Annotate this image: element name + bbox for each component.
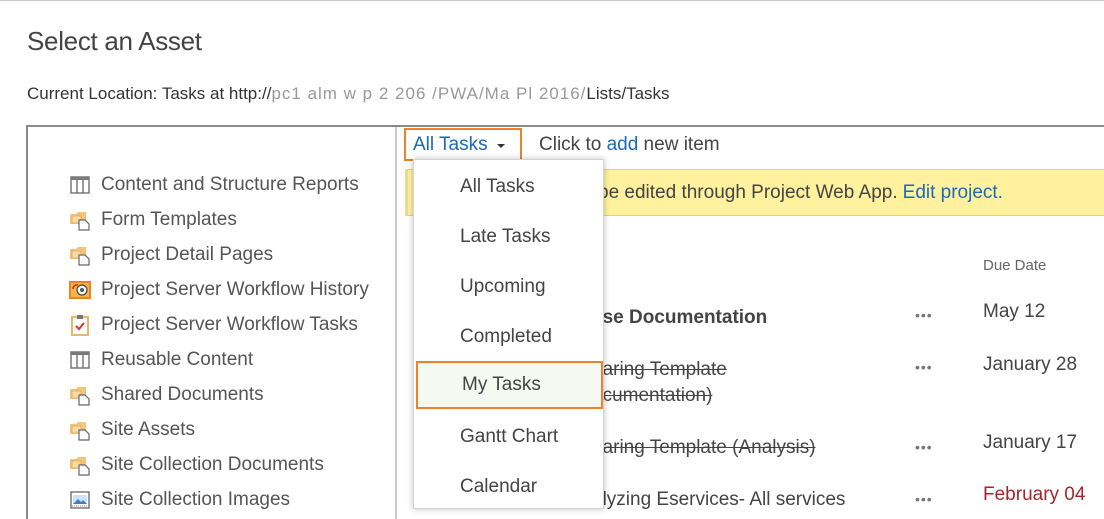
current-location: Current Location: Tasks at http://pc1 al… — [27, 84, 670, 104]
task-due-date: January 17 — [983, 432, 1078, 453]
view-menu-item-my-tasks[interactable]: My Tasks — [416, 361, 603, 409]
edit-project-link[interactable]: Edit project. — [903, 182, 1003, 204]
add-prefix: Click to — [539, 134, 607, 155]
asset-tree-pane: Content and Structure Reports Form Templ… — [28, 127, 396, 519]
clipboard-check-icon — [68, 313, 92, 337]
folder-document-icon — [68, 208, 92, 232]
caret-down-icon — [496, 144, 505, 148]
view-menu-item-upcoming[interactable]: Upcoming — [414, 262, 603, 312]
location-label: Current Location: Tasks at http:// — [27, 84, 272, 103]
task-menu-ellipsis-icon[interactable]: ••• — [915, 307, 933, 323]
asset-label: Content and Structure Reports — [101, 173, 359, 195]
task-title[interactable]: paring Template (Analysis) — [592, 435, 816, 461]
asset-label: Form Templates — [101, 208, 237, 230]
asset-item-project-server-workflow-history[interactable]: Project Server Workflow History — [68, 272, 369, 307]
view-selector-label: All Tasks — [413, 133, 488, 155]
folder-document-icon — [68, 453, 92, 477]
task-title-line2[interactable]: ocumentation) — [592, 383, 712, 409]
column-header-due-date[interactable]: Due Date — [983, 257, 1046, 274]
list-icon — [68, 348, 92, 372]
task-title[interactable]: ase Documentation — [592, 305, 767, 331]
asset-item-form-templates[interactable]: Form Templates — [68, 202, 369, 237]
view-menu-item-calendar[interactable]: Calendar — [414, 462, 603, 512]
add-item-link[interactable]: add — [607, 134, 639, 155]
task-title[interactable]: paring Template — [592, 357, 727, 383]
folder-document-icon — [68, 418, 92, 442]
folder-document-icon — [68, 383, 92, 407]
image-library-icon — [68, 488, 92, 512]
view-menu-item-all-tasks[interactable]: All Tasks — [414, 162, 603, 212]
asset-item-project-server-workflow-tasks[interactable]: Project Server Workflow Tasks — [68, 307, 369, 342]
view-selector-button[interactable]: All Tasks — [404, 128, 522, 161]
location-obscured: pc1 alm w p 2 206 /PWA/Ma Pl 2016/ — [271, 84, 587, 103]
view-menu-item-gantt-chart[interactable]: Gantt Chart — [414, 412, 603, 462]
add-new-item: Click to add new item — [539, 134, 720, 156]
workflow-history-icon — [68, 278, 92, 302]
asset-label: Project Server Workflow Tasks — [101, 313, 358, 335]
asset-label: Project Detail Pages — [101, 243, 274, 265]
view-menu: All Tasks Late Tasks Upcoming Completed … — [413, 159, 604, 509]
asset-item-shared-documents[interactable]: Shared Documents — [68, 377, 369, 412]
asset-list: Content and Structure Reports Form Templ… — [68, 167, 369, 517]
view-menu-item-completed[interactable]: Completed — [414, 312, 603, 362]
asset-label: Shared Documents — [101, 383, 264, 405]
task-due-date: May 12 — [983, 301, 1046, 322]
asset-label: Site Collection Documents — [101, 453, 324, 475]
asset-item-site-collection-images[interactable]: Site Collection Images — [68, 482, 369, 517]
list-icon — [68, 173, 92, 197]
task-due-date: January 28 — [983, 354, 1078, 375]
asset-label: Site Assets — [101, 418, 195, 440]
dialog-title: Select an Asset — [27, 26, 202, 56]
asset-label: Project Server Workflow History — [101, 278, 369, 300]
asset-label: Reusable Content — [101, 348, 254, 370]
task-menu-ellipsis-icon[interactable]: ••• — [915, 359, 933, 375]
asset-item-content-and-structure-reports[interactable]: Content and Structure Reports — [68, 167, 369, 202]
asset-item-reusable-content[interactable]: Reusable Content — [68, 342, 369, 377]
asset-item-project-detail-pages[interactable]: Project Detail Pages — [68, 237, 369, 272]
task-due-date: February 04 — [983, 484, 1086, 505]
folder-document-icon — [68, 243, 92, 267]
view-menu-item-late-tasks[interactable]: Late Tasks — [414, 212, 603, 262]
task-menu-ellipsis-icon[interactable]: ••• — [915, 491, 933, 507]
banner-text: be edited through Project Web App. — [598, 181, 898, 203]
asset-label: Site Collection Images — [101, 488, 291, 510]
location-suffix: Lists/Tasks — [586, 84, 670, 103]
asset-item-site-collection-documents[interactable]: Site Collection Documents — [68, 447, 369, 482]
task-title[interactable]: alyzing Eservices- All services — [592, 487, 845, 513]
add-suffix: new item — [638, 134, 720, 155]
top-rule — [0, 0, 1104, 1]
task-menu-ellipsis-icon[interactable]: ••• — [915, 439, 933, 455]
asset-item-site-assets[interactable]: Site Assets — [68, 412, 369, 447]
